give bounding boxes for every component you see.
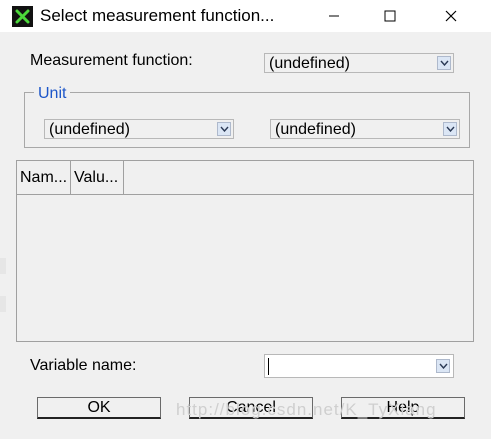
unit-left-combobox[interactable]: (undefined) [44, 119, 234, 139]
measurement-function-value: (undefined) [269, 55, 350, 72]
window-title: Select measurement function... [40, 6, 275, 25]
background-window-fragment [0, 296, 6, 312]
maximize-icon [384, 10, 395, 22]
unit-right-combobox[interactable]: (undefined) [270, 119, 460, 139]
close-button[interactable] [428, 0, 473, 32]
column-header-name[interactable]: Nam... [17, 161, 71, 194]
chevron-down-icon[interactable] [443, 122, 457, 136]
title-bar[interactable]: Select measurement function... [0, 0, 491, 32]
variables-list[interactable]: Nam... Valu... [16, 160, 474, 342]
watermark: http://blog.csdn.net/K_TyXiang [176, 400, 437, 419]
chevron-down-icon[interactable] [217, 122, 231, 136]
variable-name-label: Variable name: [30, 357, 137, 374]
close-icon [445, 10, 456, 22]
app-icon [12, 6, 33, 27]
background-window-fragment [0, 258, 6, 274]
minimize-button[interactable] [311, 0, 356, 32]
chevron-down-icon[interactable] [436, 359, 450, 373]
measurement-function-label: Measurement function: [30, 52, 193, 69]
unit-right-value: (undefined) [275, 121, 356, 138]
maximize-button[interactable] [367, 0, 412, 32]
ok-button[interactable]: OK [37, 397, 161, 419]
list-header: Nam... Valu... [17, 161, 473, 195]
column-header-value[interactable]: Valu... [71, 161, 124, 194]
minimize-icon [328, 15, 339, 17]
unit-group-title: Unit [34, 85, 71, 103]
measurement-function-combobox[interactable]: (undefined) [264, 53, 454, 73]
text-caret [268, 358, 269, 375]
variable-name-input[interactable] [264, 354, 454, 378]
unit-left-value: (undefined) [49, 121, 130, 138]
chevron-down-icon[interactable] [437, 56, 451, 70]
